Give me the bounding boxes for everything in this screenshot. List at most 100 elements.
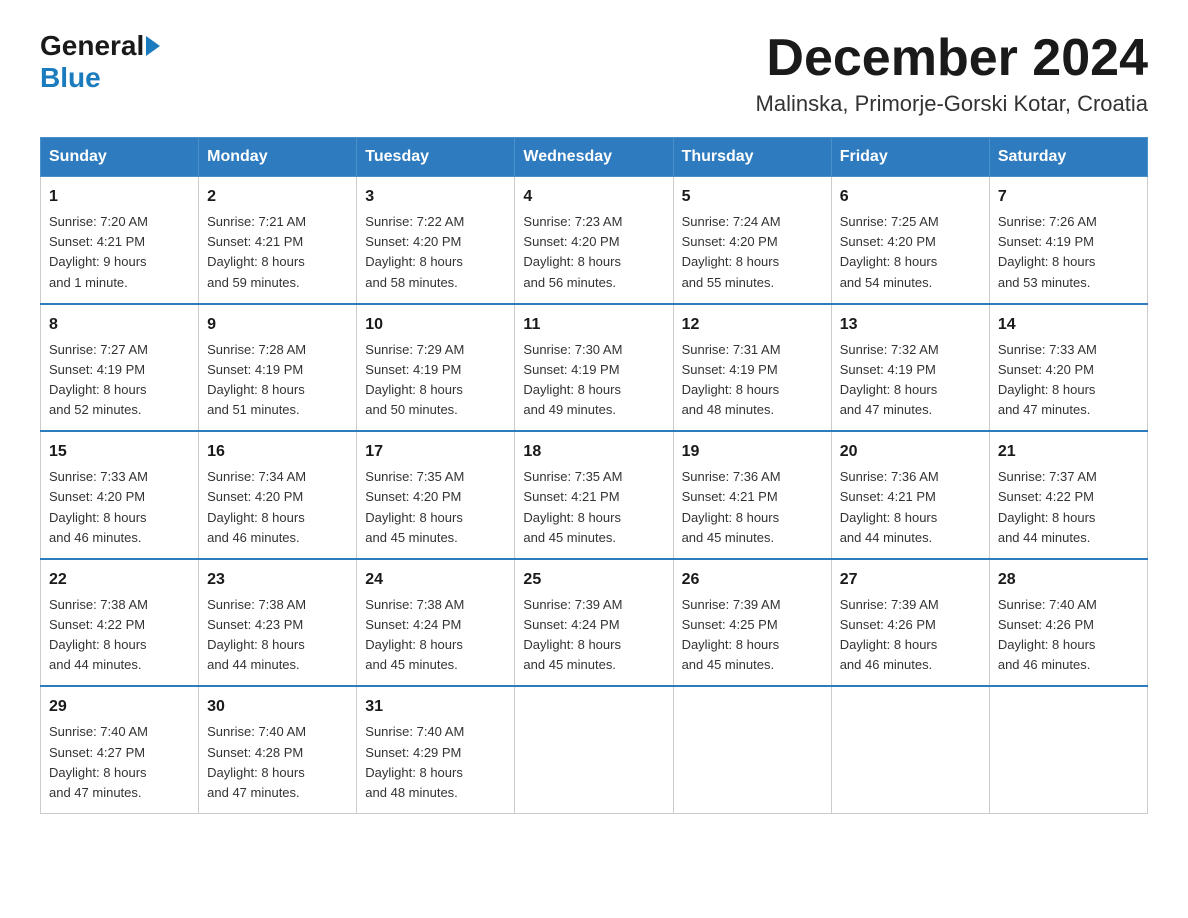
day-number: 5 xyxy=(682,185,823,209)
day-info: Sunrise: 7:28 AMSunset: 4:19 PMDaylight:… xyxy=(207,342,306,417)
day-number: 8 xyxy=(49,313,190,337)
weekday-header-tuesday: Tuesday xyxy=(357,138,515,177)
weekday-header-friday: Friday xyxy=(831,138,989,177)
calendar-week-row: 15 Sunrise: 7:33 AMSunset: 4:20 PMDaylig… xyxy=(41,431,1148,559)
calendar-cell xyxy=(989,686,1147,813)
day-info: Sunrise: 7:39 AMSunset: 4:24 PMDaylight:… xyxy=(523,597,622,672)
calendar-cell: 26 Sunrise: 7:39 AMSunset: 4:25 PMDaylig… xyxy=(673,559,831,687)
month-year-title: December 2024 xyxy=(756,30,1148,87)
day-info: Sunrise: 7:21 AMSunset: 4:21 PMDaylight:… xyxy=(207,214,306,289)
day-number: 26 xyxy=(682,568,823,592)
calendar-cell: 10 Sunrise: 7:29 AMSunset: 4:19 PMDaylig… xyxy=(357,304,515,432)
weekday-header-wednesday: Wednesday xyxy=(515,138,673,177)
day-number: 16 xyxy=(207,440,348,464)
calendar-cell: 20 Sunrise: 7:36 AMSunset: 4:21 PMDaylig… xyxy=(831,431,989,559)
day-info: Sunrise: 7:38 AMSunset: 4:24 PMDaylight:… xyxy=(365,597,464,672)
day-number: 6 xyxy=(840,185,981,209)
calendar-cell xyxy=(831,686,989,813)
day-info: Sunrise: 7:31 AMSunset: 4:19 PMDaylight:… xyxy=(682,342,781,417)
calendar-week-row: 29 Sunrise: 7:40 AMSunset: 4:27 PMDaylig… xyxy=(41,686,1148,813)
day-info: Sunrise: 7:39 AMSunset: 4:25 PMDaylight:… xyxy=(682,597,781,672)
day-number: 2 xyxy=(207,185,348,209)
calendar-cell: 12 Sunrise: 7:31 AMSunset: 4:19 PMDaylig… xyxy=(673,304,831,432)
calendar-cell: 27 Sunrise: 7:39 AMSunset: 4:26 PMDaylig… xyxy=(831,559,989,687)
day-info: Sunrise: 7:38 AMSunset: 4:22 PMDaylight:… xyxy=(49,597,148,672)
calendar-week-row: 1 Sunrise: 7:20 AMSunset: 4:21 PMDayligh… xyxy=(41,177,1148,304)
calendar-cell: 9 Sunrise: 7:28 AMSunset: 4:19 PMDayligh… xyxy=(199,304,357,432)
day-info: Sunrise: 7:37 AMSunset: 4:22 PMDaylight:… xyxy=(998,469,1097,544)
day-number: 30 xyxy=(207,695,348,719)
calendar-cell: 5 Sunrise: 7:24 AMSunset: 4:20 PMDayligh… xyxy=(673,177,831,304)
day-number: 7 xyxy=(998,185,1139,209)
day-info: Sunrise: 7:26 AMSunset: 4:19 PMDaylight:… xyxy=(998,214,1097,289)
day-info: Sunrise: 7:32 AMSunset: 4:19 PMDaylight:… xyxy=(840,342,939,417)
day-info: Sunrise: 7:30 AMSunset: 4:19 PMDaylight:… xyxy=(523,342,622,417)
logo: General Blue xyxy=(40,30,162,94)
weekday-header-saturday: Saturday xyxy=(989,138,1147,177)
day-number: 27 xyxy=(840,568,981,592)
calendar-table: SundayMondayTuesdayWednesdayThursdayFrid… xyxy=(40,137,1148,814)
weekday-header-monday: Monday xyxy=(199,138,357,177)
day-info: Sunrise: 7:36 AMSunset: 4:21 PMDaylight:… xyxy=(682,469,781,544)
logo-arrow-icon xyxy=(146,36,160,56)
calendar-cell: 22 Sunrise: 7:38 AMSunset: 4:22 PMDaylig… xyxy=(41,559,199,687)
day-number: 23 xyxy=(207,568,348,592)
location-subtitle: Malinska, Primorje-Gorski Kotar, Croatia xyxy=(756,91,1148,117)
day-number: 18 xyxy=(523,440,664,464)
day-info: Sunrise: 7:34 AMSunset: 4:20 PMDaylight:… xyxy=(207,469,306,544)
day-info: Sunrise: 7:22 AMSunset: 4:20 PMDaylight:… xyxy=(365,214,464,289)
day-info: Sunrise: 7:20 AMSunset: 4:21 PMDaylight:… xyxy=(49,214,148,289)
day-number: 10 xyxy=(365,313,506,337)
calendar-cell: 17 Sunrise: 7:35 AMSunset: 4:20 PMDaylig… xyxy=(357,431,515,559)
calendar-cell: 6 Sunrise: 7:25 AMSunset: 4:20 PMDayligh… xyxy=(831,177,989,304)
calendar-cell: 15 Sunrise: 7:33 AMSunset: 4:20 PMDaylig… xyxy=(41,431,199,559)
day-number: 28 xyxy=(998,568,1139,592)
calendar-cell: 8 Sunrise: 7:27 AMSunset: 4:19 PMDayligh… xyxy=(41,304,199,432)
calendar-cell: 3 Sunrise: 7:22 AMSunset: 4:20 PMDayligh… xyxy=(357,177,515,304)
calendar-cell: 21 Sunrise: 7:37 AMSunset: 4:22 PMDaylig… xyxy=(989,431,1147,559)
calendar-cell: 23 Sunrise: 7:38 AMSunset: 4:23 PMDaylig… xyxy=(199,559,357,687)
logo-blue-text: Blue xyxy=(40,62,101,94)
day-info: Sunrise: 7:23 AMSunset: 4:20 PMDaylight:… xyxy=(523,214,622,289)
day-info: Sunrise: 7:40 AMSunset: 4:29 PMDaylight:… xyxy=(365,724,464,799)
calendar-cell: 11 Sunrise: 7:30 AMSunset: 4:19 PMDaylig… xyxy=(515,304,673,432)
logo-general-text: General xyxy=(40,30,144,62)
day-number: 19 xyxy=(682,440,823,464)
day-number: 17 xyxy=(365,440,506,464)
calendar-cell: 16 Sunrise: 7:34 AMSunset: 4:20 PMDaylig… xyxy=(199,431,357,559)
day-number: 13 xyxy=(840,313,981,337)
day-number: 22 xyxy=(49,568,190,592)
calendar-cell: 24 Sunrise: 7:38 AMSunset: 4:24 PMDaylig… xyxy=(357,559,515,687)
day-number: 4 xyxy=(523,185,664,209)
day-info: Sunrise: 7:40 AMSunset: 4:26 PMDaylight:… xyxy=(998,597,1097,672)
calendar-cell: 13 Sunrise: 7:32 AMSunset: 4:19 PMDaylig… xyxy=(831,304,989,432)
calendar-cell: 29 Sunrise: 7:40 AMSunset: 4:27 PMDaylig… xyxy=(41,686,199,813)
day-number: 20 xyxy=(840,440,981,464)
calendar-cell: 19 Sunrise: 7:36 AMSunset: 4:21 PMDaylig… xyxy=(673,431,831,559)
day-info: Sunrise: 7:33 AMSunset: 4:20 PMDaylight:… xyxy=(49,469,148,544)
day-info: Sunrise: 7:40 AMSunset: 4:28 PMDaylight:… xyxy=(207,724,306,799)
day-info: Sunrise: 7:27 AMSunset: 4:19 PMDaylight:… xyxy=(49,342,148,417)
day-number: 25 xyxy=(523,568,664,592)
day-number: 14 xyxy=(998,313,1139,337)
day-number: 11 xyxy=(523,313,664,337)
calendar-cell: 25 Sunrise: 7:39 AMSunset: 4:24 PMDaylig… xyxy=(515,559,673,687)
day-info: Sunrise: 7:35 AMSunset: 4:21 PMDaylight:… xyxy=(523,469,622,544)
day-info: Sunrise: 7:36 AMSunset: 4:21 PMDaylight:… xyxy=(840,469,939,544)
calendar-cell: 2 Sunrise: 7:21 AMSunset: 4:21 PMDayligh… xyxy=(199,177,357,304)
calendar-cell: 28 Sunrise: 7:40 AMSunset: 4:26 PMDaylig… xyxy=(989,559,1147,687)
calendar-cell xyxy=(673,686,831,813)
day-number: 12 xyxy=(682,313,823,337)
day-number: 29 xyxy=(49,695,190,719)
calendar-cell: 30 Sunrise: 7:40 AMSunset: 4:28 PMDaylig… xyxy=(199,686,357,813)
title-area: December 2024 Malinska, Primorje-Gorski … xyxy=(756,30,1148,117)
day-info: Sunrise: 7:33 AMSunset: 4:20 PMDaylight:… xyxy=(998,342,1097,417)
calendar-cell: 1 Sunrise: 7:20 AMSunset: 4:21 PMDayligh… xyxy=(41,177,199,304)
calendar-cell: 4 Sunrise: 7:23 AMSunset: 4:20 PMDayligh… xyxy=(515,177,673,304)
day-number: 9 xyxy=(207,313,348,337)
calendar-week-row: 8 Sunrise: 7:27 AMSunset: 4:19 PMDayligh… xyxy=(41,304,1148,432)
day-info: Sunrise: 7:24 AMSunset: 4:20 PMDaylight:… xyxy=(682,214,781,289)
page-header: General Blue December 2024 Malinska, Pri… xyxy=(40,30,1148,117)
calendar-cell: 31 Sunrise: 7:40 AMSunset: 4:29 PMDaylig… xyxy=(357,686,515,813)
calendar-cell: 7 Sunrise: 7:26 AMSunset: 4:19 PMDayligh… xyxy=(989,177,1147,304)
